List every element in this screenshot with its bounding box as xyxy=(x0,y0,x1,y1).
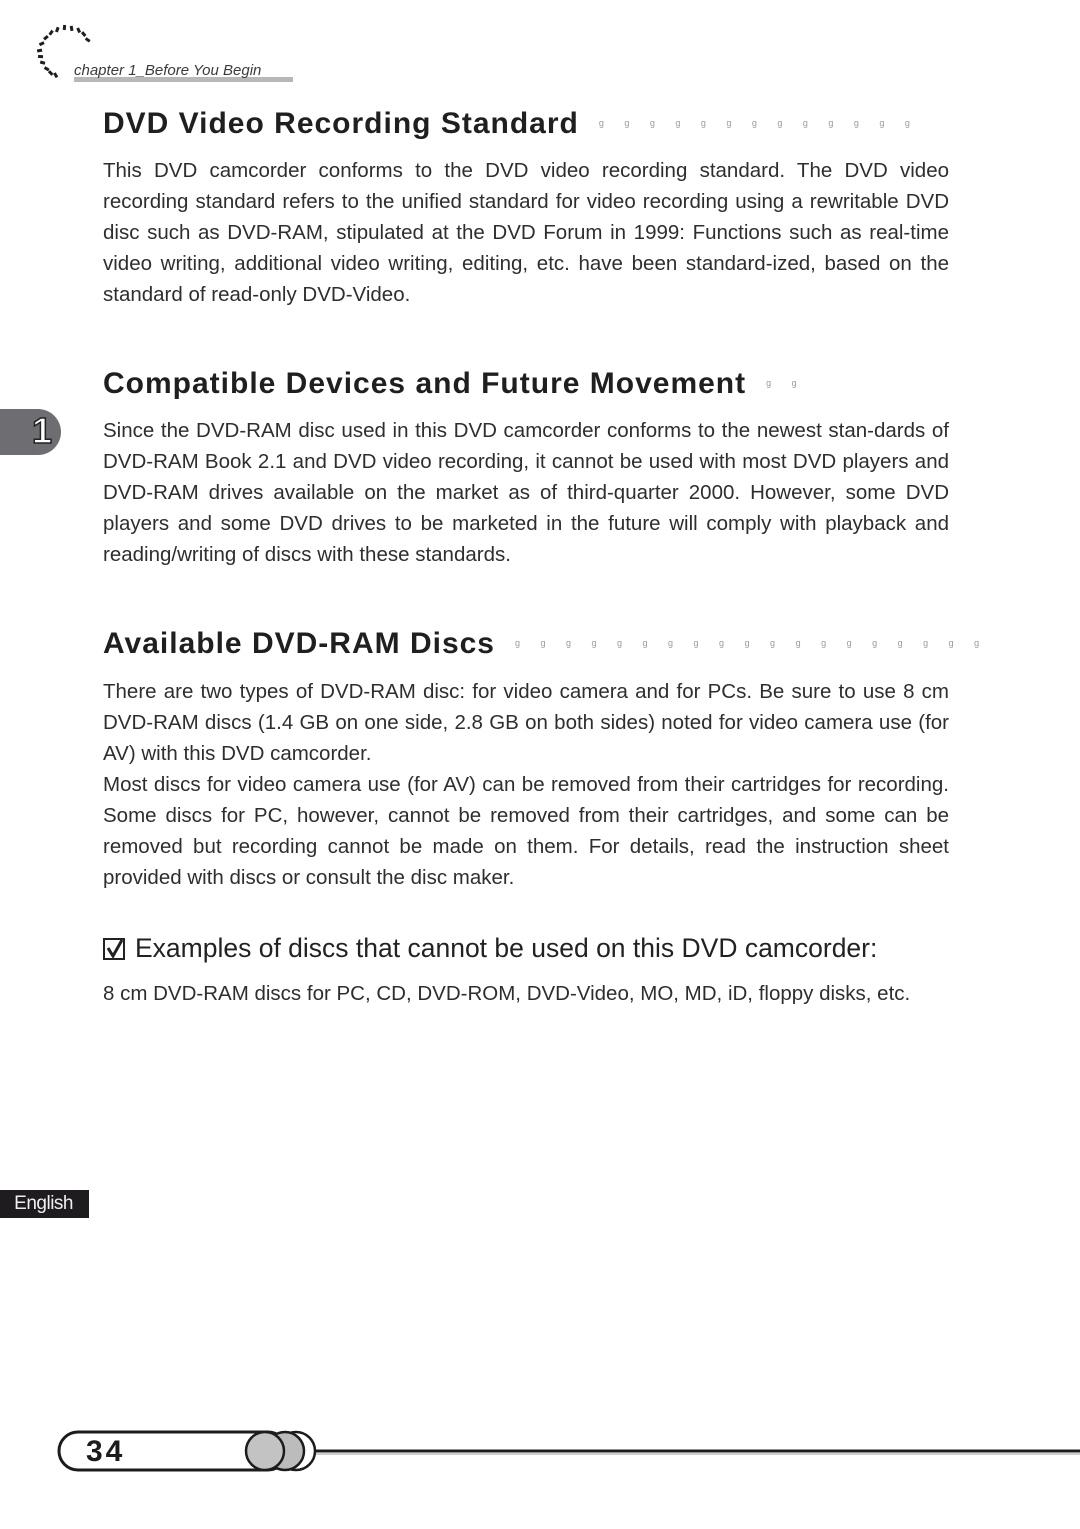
note-title-text: Examples of discs that cannot be used on… xyxy=(135,933,878,963)
section-paragraph: Most discs for video camera use (for AV)… xyxy=(103,773,949,889)
language-badge: English xyxy=(0,1190,89,1218)
section-paragraph: This DVD camcorder conforms to the DVD v… xyxy=(103,159,949,306)
section-title-available-dvd-ram-discs: Available DVD-RAM Discs g g g g g g g g g… xyxy=(103,626,988,663)
chapter-tab-number: 1 xyxy=(31,410,53,452)
chapter-label: chapter 1_Before You Begin xyxy=(74,62,262,79)
page-number-frame xyxy=(57,1430,1080,1472)
section-paragraph: Since the DVD-RAM disc used in this DVD … xyxy=(103,419,949,566)
leader-dots: g g g g g g g g g g g g g xyxy=(598,118,919,129)
leader-dots: g g g g g g g g g g g g g g g g g g g xyxy=(515,638,989,649)
chapter-tab: 1 xyxy=(0,409,61,455)
note-heading: Examples of discs that cannot be used on… xyxy=(103,930,877,966)
note-text: 8 cm DVD-RAM discs for PC, CD, DVD-ROM, … xyxy=(103,982,911,1005)
section-title-text: Compatible Devices and Future Movement xyxy=(103,367,747,400)
page-number: 34 xyxy=(86,1435,126,1468)
footer-circle-1 xyxy=(244,1430,286,1472)
section-paragraph: There are two types of DVD-RAM disc: for… xyxy=(103,680,949,765)
leader-dots: g g xyxy=(766,378,806,389)
page-footer: 34 xyxy=(0,1425,1080,1480)
section-title-dvd-video-recording-standard: DVD Video Recording Standard g g g g g g … xyxy=(103,106,919,143)
section-title-compatible-devices: Compatible Devices and Future Movement g … xyxy=(103,366,806,403)
section-title-text: DVD Video Recording Standard xyxy=(103,107,579,140)
checkbox-checked-icon xyxy=(103,938,125,960)
section-title-text: Available DVD-RAM Discs xyxy=(103,627,495,660)
